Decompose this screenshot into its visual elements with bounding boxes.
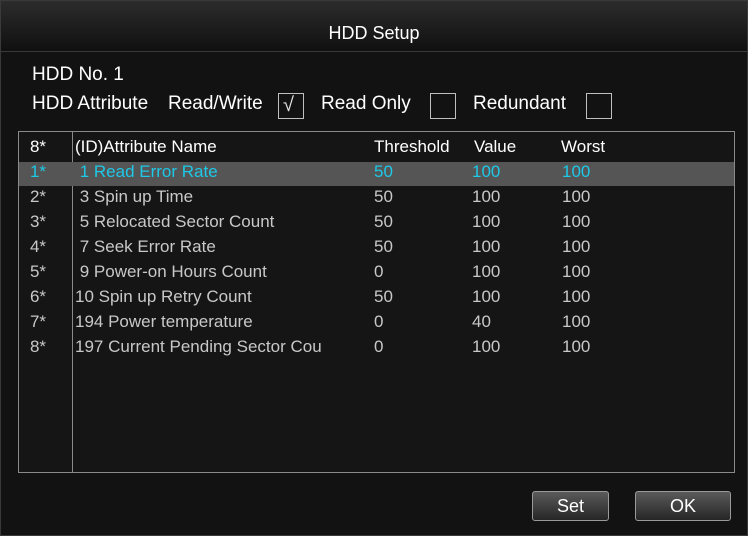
window-title: HDD Setup [328,23,420,43]
row-threshold: 50 [374,187,393,206]
table-row[interactable]: 1* 1 Read Error Rate 50 100 100 [19,162,734,186]
row-index: 5* [29,262,47,281]
title-bar: HDD Setup [1,1,747,52]
row-worst: 100 [562,187,591,206]
row-worst: 100 [562,262,591,281]
ok-button[interactable]: OK [635,491,731,521]
redundant-label: Redundant [473,93,566,114]
row-threshold: 50 [374,162,393,181]
row-value: 100 [472,212,501,231]
row-index: 7* [29,312,47,331]
row-attribute-name: 1 Read Error Rate [75,162,218,181]
row-threshold: 0 [374,262,384,281]
read-only-label: Read Only [321,93,411,114]
header-threshold: Threshold [374,137,450,156]
table-row[interactable]: 2* 3 Spin up Time 50 100 100 [19,187,734,211]
row-value: 100 [472,162,501,181]
redundant-checkbox[interactable] [586,93,612,119]
header-value: Value [474,137,517,156]
header-index: 8* [29,137,47,156]
checkmark-icon: √ [283,94,294,116]
row-index: 4* [29,237,47,256]
header-attribute-name: (ID)Attribute Name [75,137,217,156]
row-threshold: 50 [374,212,393,231]
table-row[interactable]: 4* 7 Seek Error Rate 50 100 100 [19,237,734,261]
read-only-checkbox[interactable] [430,93,456,119]
table-row[interactable]: 8* 197 Current Pending Sector Cou 0 100 … [19,337,734,361]
hdd-number-label: HDD No. 1 [32,64,124,85]
row-attribute-name: 197 Current Pending Sector Cou [75,337,322,356]
row-value: 100 [472,337,501,356]
row-value: 100 [472,262,501,281]
set-button[interactable]: Set [532,491,609,521]
row-worst: 100 [562,212,591,231]
row-attribute-name: 3 Spin up Time [75,187,194,206]
row-threshold: 0 [374,312,384,331]
row-attribute-name: 10 Spin up Retry Count [75,287,252,306]
row-value: 100 [472,237,501,256]
hdd-attribute-label: HDD Attribute [32,93,149,114]
row-index: 2* [29,187,47,206]
row-value: 40 [472,312,491,331]
row-worst: 100 [562,287,591,306]
row-attribute-name: 5 Relocated Sector Count [75,212,275,231]
row-threshold: 50 [374,287,393,306]
row-attribute-name: 7 Seek Error Rate [75,237,216,256]
row-value: 100 [472,187,501,206]
row-worst: 100 [562,162,591,181]
row-index: 8* [29,337,47,356]
row-index: 1* [29,162,47,181]
row-attribute-name: 194 Power temperature [75,312,253,331]
table-row[interactable]: 3* 5 Relocated Sector Count 50 100 100 [19,212,734,236]
row-attribute-name: 9 Power-on Hours Count [75,262,267,281]
row-worst: 100 [562,337,591,356]
table-row[interactable]: 6* 10 Spin up Retry Count 50 100 100 [19,287,734,311]
row-index: 3* [29,212,47,231]
smart-attribute-table: 8* (ID)Attribute Name Threshold Value Wo… [18,131,735,473]
row-worst: 100 [562,237,591,256]
hdd-setup-window: HDD Setup HDD No. 1 HDD Attribute Read/W… [0,0,748,536]
row-index: 6* [29,287,47,306]
header-worst: Worst [561,137,606,156]
read-write-checkbox[interactable]: √ [278,93,304,119]
table-row[interactable]: 5* 9 Power-on Hours Count 0 100 100 [19,262,734,286]
table-row[interactable]: 7* 194 Power temperature 0 40 100 [19,312,734,336]
table-header: 8* (ID)Attribute Name Threshold Value Wo… [19,137,734,159]
row-value: 100 [472,287,501,306]
row-threshold: 50 [374,237,393,256]
row-worst: 100 [562,312,591,331]
read-write-label: Read/Write [168,93,263,114]
row-threshold: 0 [374,337,384,356]
